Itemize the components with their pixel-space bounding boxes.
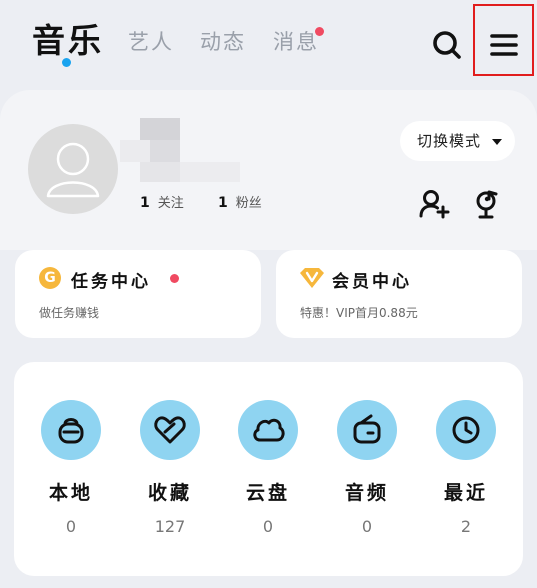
music-verify-button[interactable] [472,188,504,220]
task-center-subtitle: 做任务赚钱 [39,306,100,320]
vip-center-subtitle: 特惠！VIP首月0.88元 [300,306,418,320]
radio-icon [353,414,381,444]
username-redacted [110,118,240,188]
quick-item-cloud[interactable]: 云盘 0 [228,400,308,536]
task-center-title: 任务中心 [71,272,151,292]
quick-item-label: 云盘 [245,482,290,504]
default-avatar-icon [46,142,100,198]
tab-music[interactable]: 音乐 [32,14,104,62]
quick-item-label: 最近 [443,482,488,504]
following-label: 关注 [157,196,184,211]
quick-item-audio[interactable]: 音频 0 [327,400,407,536]
messages-badge [315,27,324,36]
quick-item-favorites[interactable]: 收藏 127 [130,400,210,536]
top-bar: 音乐 艺人 动态 消息 [0,0,537,88]
active-tab-indicator [62,58,71,67]
quick-item-label: 本地 [48,482,93,504]
music-verify-icon [476,190,498,219]
cloud-icon [253,418,285,442]
quick-item-count: 0 [361,517,373,536]
quick-item-count: 0 [65,517,77,536]
quick-item-label: 音频 [344,482,389,504]
add-friend-icon [419,190,450,219]
tab-artists[interactable]: 艺人 [128,26,174,56]
menu-icon [490,34,518,56]
quick-item-count: 2 [460,517,472,536]
add-friend-button[interactable] [418,188,450,220]
vip-diamond-icon [300,268,324,288]
local-icon [58,418,84,444]
task-center-card[interactable]: G 任务中心 做任务赚钱 [15,250,261,338]
task-center-badge [170,274,179,283]
clock-icon [452,416,480,444]
quick-item-label: 收藏 [147,482,192,504]
search-icon [433,31,461,59]
vip-center-card[interactable]: 会员中心 特惠！VIP首月0.88元 [276,250,522,338]
vip-center-title: 会员中心 [332,272,412,292]
tab-messages[interactable]: 消息 [273,26,319,56]
quick-access-panel: 本地 0 收藏 127 云盘 0 音频 0 最近 2 [14,362,523,576]
followers-stat[interactable]: 1 粉丝 [218,192,262,211]
switch-mode-button[interactable]: 切换模式 [400,121,515,161]
quick-item-recent[interactable]: 最近 2 [426,400,506,536]
search-button[interactable] [430,28,464,62]
menu-button[interactable] [473,4,534,76]
quick-item-local[interactable]: 本地 0 [31,400,111,536]
switch-mode-label: 切换模式 [417,132,482,150]
followers-label: 粉丝 [235,196,262,211]
profile-card: 1 关注 1 粉丝 切换模式 [0,90,537,250]
following-count: 1 [140,195,150,211]
quick-item-count: 0 [262,517,274,536]
following-stat[interactable]: 1 关注 [140,192,184,211]
caret-down-icon [492,139,502,145]
followers-count: 1 [218,195,228,211]
tab-feed[interactable]: 动态 [200,26,246,56]
coin-icon: G [39,267,61,289]
quick-item-count: 127 [154,517,186,536]
avatar[interactable] [28,124,118,214]
favorite-icon [154,416,186,444]
